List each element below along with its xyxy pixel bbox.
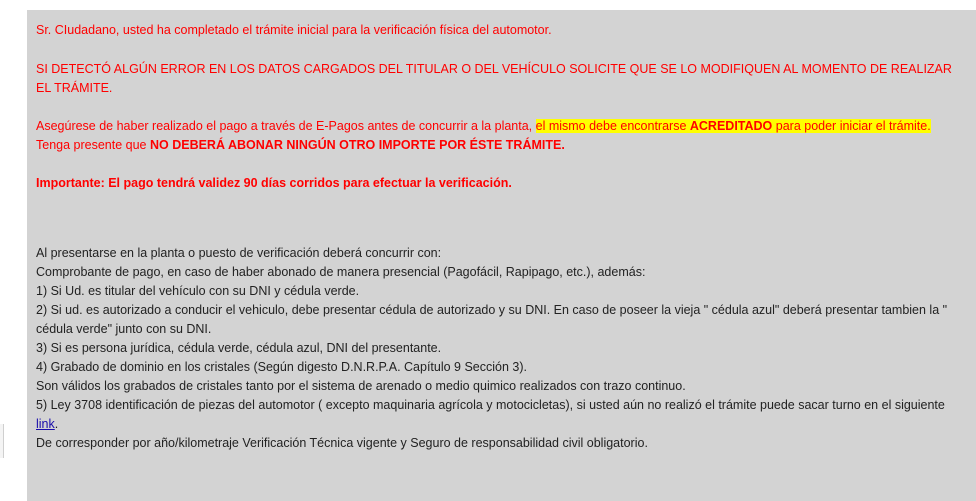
payment-highlight-end: para poder iniciar el trámite.: [772, 119, 931, 133]
verification-notice-box: Sr. CIudadano, usted ha completado el tr…: [27, 10, 976, 501]
requirements-intro: Al presentarse en la planta o puesto de …: [36, 246, 442, 260]
tenga-presente-text: Tenga presente que: [36, 138, 150, 152]
payment-highlight: el mismo debe encontrarse ACREDITADO par…: [535, 119, 931, 133]
payment-validity-note: Importante: El pago tendrá validez 90 dí…: [36, 176, 512, 190]
requirement-item-5: 5) Ley 3708 identificación de piezas del…: [36, 396, 968, 434]
data-error-warning: SI DETECTÓ ALGÚN ERROR EN LOS DATOS CARG…: [36, 62, 952, 95]
requirement-item-3: 3) Si es persona jurídica, cédula verde,…: [36, 341, 442, 355]
acreditado-label: ACREDITADO: [689, 119, 773, 133]
technical-verification-note: De corresponder por año/kilometraje Veri…: [36, 436, 648, 450]
requirement-item-5-end: .: [54, 417, 59, 431]
turn-booking-link[interactable]: link: [36, 417, 55, 431]
payment-instructions: Asegúrese de haber realizado el pago a t…: [36, 117, 968, 136]
left-edge-control: [0, 424, 4, 458]
payment-receipt-requirement: Comprobante de pago, en caso de haber ab…: [36, 265, 646, 279]
requirements-section: Al presentarse en la planta o puesto de …: [36, 244, 968, 453]
payment-highlight-text: el mismo debe encontrarse: [535, 119, 690, 133]
requirement-item-5-text: 5) Ley 3708 identificación de piezas del…: [36, 398, 945, 412]
citizen-message: Sr. CIudadano, usted ha completado el tr…: [36, 23, 552, 37]
payment-text: Asegúrese de haber realizado el pago a t…: [36, 119, 536, 133]
requirement-item-4: 4) Grabado de dominio en los cristales (…: [36, 360, 528, 374]
requirement-item-1: 1) Si Ud. es titular del vehículo con su…: [36, 284, 360, 298]
no-extra-charge-bold: NO DEBERÁ ABONAR NINGÚN OTRO IMPORTE POR…: [149, 138, 565, 152]
glass-engraving-note: Son válidos los grabados de cristales ta…: [36, 379, 686, 393]
requirement-item-2: 2) Si ud. es autorizado a conducir el ve…: [36, 303, 948, 336]
no-extra-charge-note: Tenga presente que NO DEBERÁ ABONAR NING…: [36, 136, 968, 155]
